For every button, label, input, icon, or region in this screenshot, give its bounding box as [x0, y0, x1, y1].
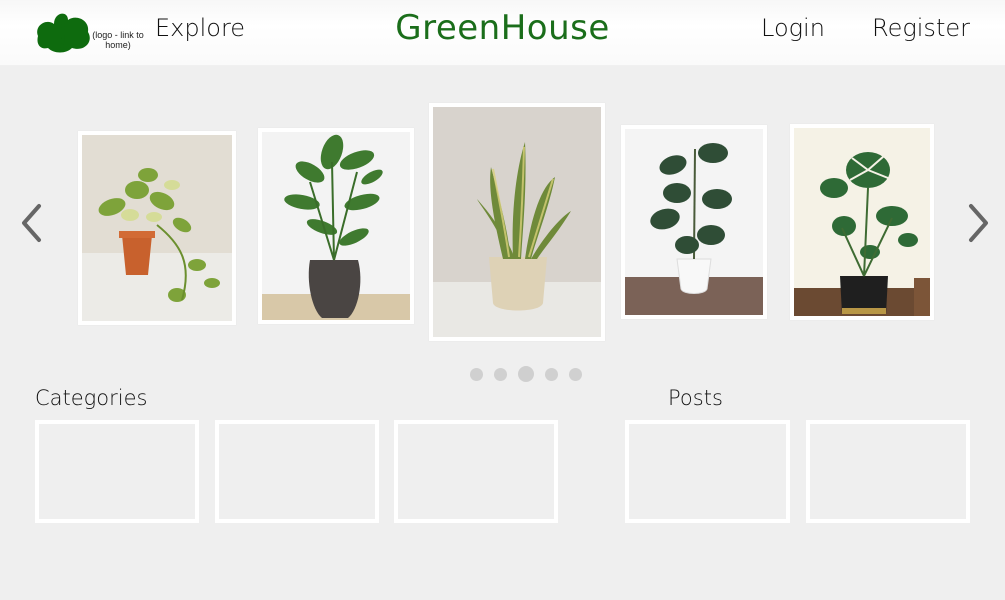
category-tile[interactable] [35, 420, 199, 523]
rubber-plant-image [625, 129, 763, 315]
carousel-slide-bird-of-paradise[interactable] [258, 128, 414, 324]
category-tile[interactable] [215, 420, 379, 523]
snake-plant-image [433, 107, 601, 337]
monstera-plant-image [794, 128, 930, 316]
category-tile[interactable] [394, 420, 558, 523]
bird-of-paradise-plant-image [262, 132, 410, 320]
carousel-dot-5[interactable] [568, 367, 582, 381]
login-link[interactable]: Login [761, 14, 825, 42]
site-title: GreenHouse [395, 8, 610, 48]
top-nav-bar: (logo - link to home) Explore GreenHouse… [0, 0, 1005, 66]
pothos-plant-image [82, 135, 232, 321]
chevron-left-icon [22, 204, 41, 242]
register-link[interactable]: Register [872, 14, 970, 42]
post-tile[interactable] [806, 420, 970, 523]
carousel-next-button[interactable] [966, 202, 992, 244]
carousel-dot-3[interactable] [517, 366, 534, 382]
post-tile[interactable] [625, 420, 790, 523]
carousel-slide-rubber-plant[interactable] [621, 125, 767, 319]
chevron-right-icon [969, 204, 988, 242]
carousel-dot-4[interactable] [544, 367, 558, 381]
carousel-dot-1[interactable] [469, 367, 483, 381]
carousel-slide-monstera[interactable] [790, 124, 934, 320]
carousel-slide-snake-plant[interactable] [429, 103, 605, 341]
posts-heading: Posts [668, 386, 723, 410]
carousel-dot-2[interactable] [493, 367, 507, 381]
carousel-slide-pothos[interactable] [78, 131, 236, 325]
carousel-prev-button[interactable] [18, 202, 44, 244]
carousel-pagination [0, 366, 1005, 382]
categories-heading: Categories [35, 386, 148, 410]
